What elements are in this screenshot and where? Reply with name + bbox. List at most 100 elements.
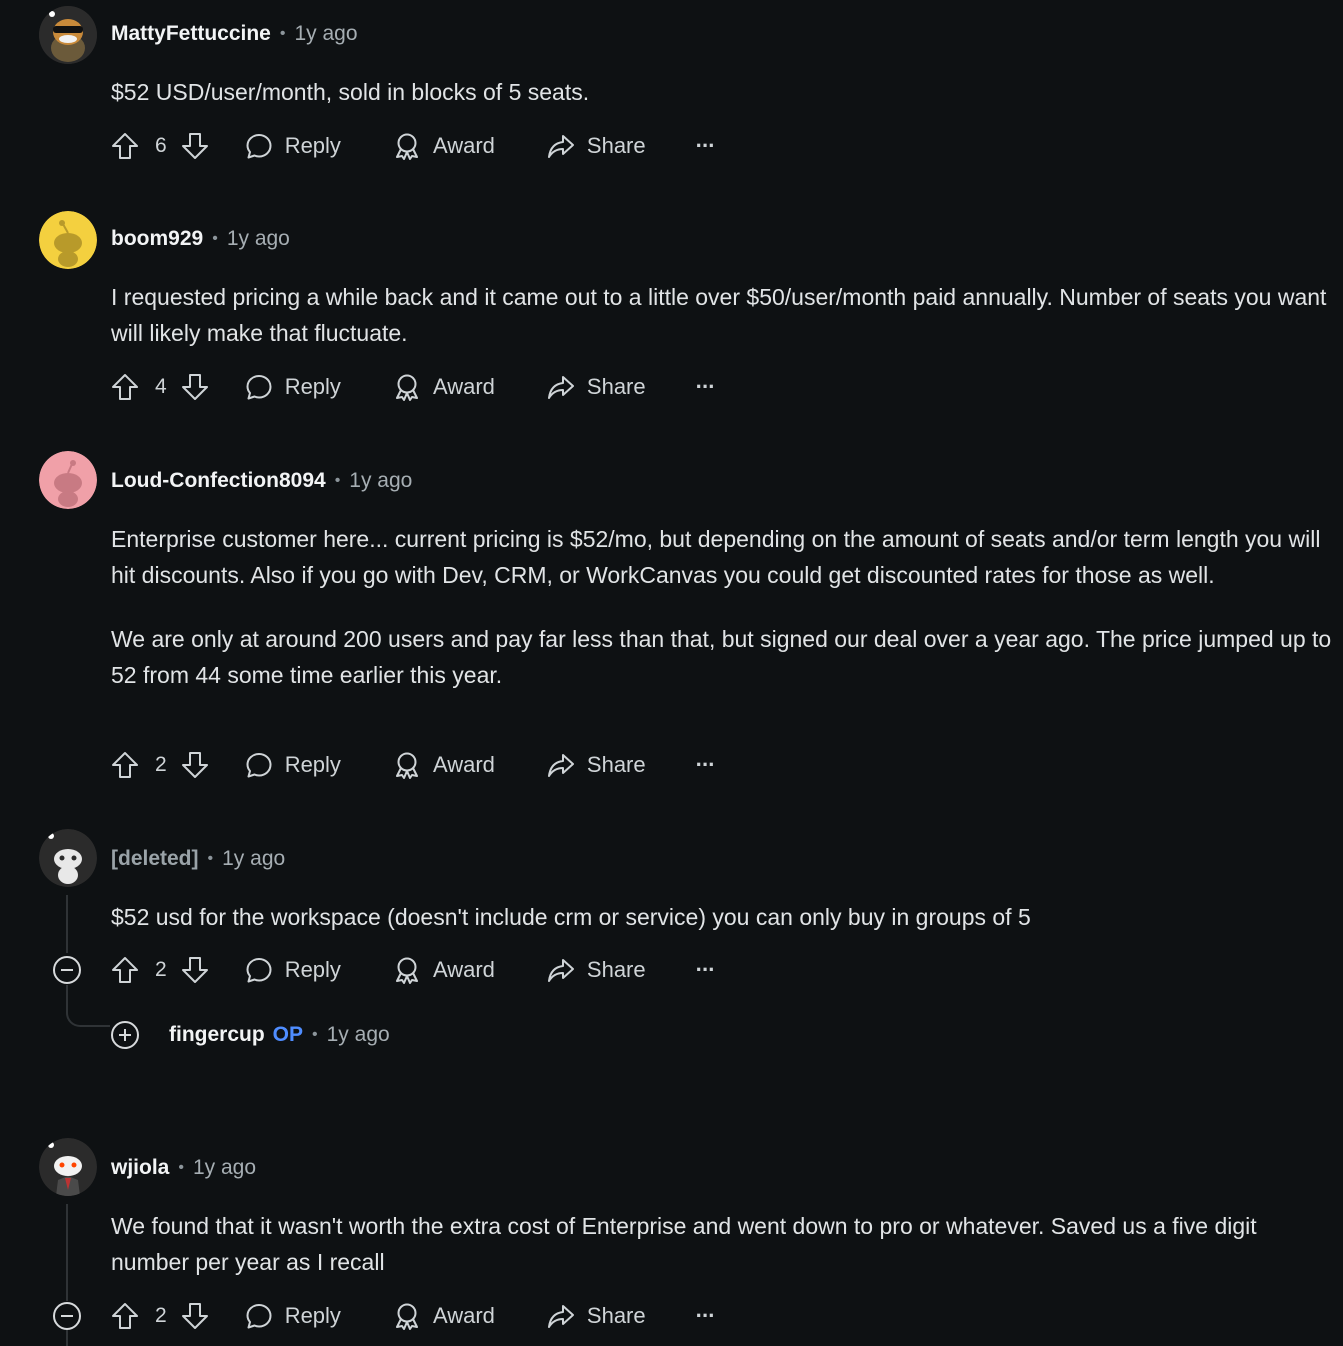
separator-dot: • (207, 850, 214, 867)
comment-meta: MattyFettuccine • 1y ago (111, 22, 358, 46)
reply-label: Reply (284, 957, 341, 982)
comment-time[interactable]: 1y ago (227, 227, 290, 251)
downvote-button[interactable] (181, 1302, 209, 1330)
more-options-button[interactable]: ··· (695, 133, 716, 159)
user-avatar[interactable] (39, 1138, 97, 1196)
user-avatar[interactable] (39, 6, 97, 64)
comment-actions: 2 Reply Award Share ··· (111, 1298, 716, 1334)
award-label: Award (432, 133, 495, 158)
more-options-button[interactable]: ··· (696, 752, 716, 778)
upvote-icon (112, 752, 138, 778)
comment-paragraph: $52 usd for the workspace (doesn't inclu… (111, 904, 1031, 930)
award-label: Award (432, 957, 495, 982)
share-button[interactable]: Share (547, 956, 646, 984)
separator-dot: • (334, 472, 341, 489)
downvote-icon (181, 374, 208, 400)
comment-time[interactable]: 1y ago (349, 469, 412, 493)
comment-meta: boom929 • 1y ago (111, 227, 290, 251)
author-name[interactable]: fingercup (169, 1023, 265, 1047)
downvote-icon (181, 957, 208, 983)
separator-dot: • (212, 230, 218, 247)
reply-button[interactable]: Reply (245, 132, 341, 160)
comment-paragraph: Enterprise customer here... current pric… (111, 526, 1321, 588)
award-icon (395, 752, 418, 779)
author-name[interactable]: Loud-Confection8094 (111, 469, 326, 493)
more-options-icon: ··· (695, 133, 716, 158)
reply-label: Reply (284, 374, 341, 399)
award-button[interactable]: Award (393, 751, 495, 779)
separator-dot: • (312, 1026, 318, 1043)
reply-button[interactable]: Reply (245, 956, 341, 984)
downvote-button[interactable] (181, 956, 209, 984)
expand-thread-button[interactable] (111, 1021, 139, 1049)
more-options-button[interactable]: ··· (696, 374, 716, 400)
reply-label: Reply (284, 1303, 341, 1328)
share-label: Share (586, 752, 646, 777)
upvote-icon (112, 957, 138, 983)
comment-time[interactable]: 1y ago (193, 1156, 256, 1180)
vote-count: 6 (155, 134, 167, 157)
upvote-button[interactable] (111, 1302, 139, 1330)
share-icon (547, 959, 574, 982)
award-button[interactable]: Award (393, 373, 495, 401)
user-avatar[interactable] (39, 829, 97, 887)
award-button[interactable]: Award (393, 956, 495, 984)
vote-count: 2 (155, 1304, 167, 1327)
comment-body: I requested pricing a while back and it … (111, 279, 1333, 351)
award-button[interactable]: Award (393, 132, 495, 160)
user-avatar[interactable] (39, 451, 97, 509)
comment-body: $52 USD/user/month, sold in blocks of 5 … (111, 74, 1333, 110)
reply-button[interactable]: Reply (245, 373, 341, 401)
upvote-button[interactable] (111, 132, 139, 160)
comment-actions: 4 Reply Award Share ··· (111, 369, 716, 405)
share-button[interactable]: Share (547, 751, 646, 779)
vote-count: 2 (155, 753, 167, 776)
comment-paragraph: I requested pricing a while back and it … (111, 284, 1327, 346)
downvote-button[interactable] (181, 132, 209, 160)
share-button[interactable]: Share (547, 132, 646, 160)
share-label: Share (586, 374, 646, 399)
more-options-button[interactable]: ··· (696, 1303, 716, 1329)
share-label: Share (586, 957, 646, 982)
comment-time[interactable]: 1y ago (327, 1023, 390, 1047)
comment-time[interactable]: 1y ago (222, 847, 285, 871)
author-name[interactable]: boom929 (111, 227, 203, 251)
vote-count: 4 (155, 375, 167, 398)
thread-line[interactable] (66, 1330, 68, 1346)
comment-body: We found that it wasn't worth the extra … (111, 1208, 1333, 1280)
comment-body: $52 usd for the workspace (doesn't inclu… (111, 899, 1333, 935)
award-label: Award (432, 374, 495, 399)
downvote-icon (181, 1303, 208, 1329)
comment-meta: wjiola • 1y ago (111, 1156, 256, 1180)
collapsed-reply-meta: fingercup OP • 1y ago (169, 1023, 390, 1047)
author-name: [deleted] (111, 847, 199, 870)
reply-button[interactable]: Reply (245, 751, 341, 779)
author-name[interactable]: MattyFettuccine (111, 22, 271, 46)
comment-bubble-icon (246, 375, 272, 400)
upvote-button[interactable] (111, 751, 139, 779)
share-button[interactable]: Share (547, 373, 646, 401)
user-avatar[interactable] (39, 211, 97, 269)
upvote-button[interactable] (111, 956, 139, 984)
award-icon (395, 374, 418, 401)
thread-line[interactable] (66, 1204, 68, 1301)
comment-body: Enterprise customer here... current pric… (111, 521, 1333, 693)
comment-bubble-icon (246, 958, 272, 983)
author-name[interactable]: wjiola (111, 1156, 169, 1180)
reply-button[interactable]: Reply (245, 1302, 341, 1330)
collapse-thread-button[interactable] (53, 956, 81, 984)
comment-meta: [deleted] • 1y ago (111, 847, 285, 871)
more-options-button[interactable]: ··· (696, 957, 716, 983)
downvote-button[interactable] (181, 373, 209, 401)
separator-dot: • (279, 25, 286, 42)
comment-time[interactable]: 1y ago (294, 22, 357, 46)
thread-line[interactable] (66, 895, 68, 953)
comment-bubble-icon (246, 134, 272, 159)
award-button[interactable]: Award (393, 1302, 495, 1330)
upvote-button[interactable] (111, 373, 139, 401)
share-icon (547, 376, 574, 399)
comment-paragraph: $52 USD/user/month, sold in blocks of 5 … (111, 79, 590, 105)
share-button[interactable]: Share (547, 1302, 646, 1330)
collapse-thread-button[interactable] (53, 1302, 81, 1330)
downvote-button[interactable] (181, 751, 209, 779)
